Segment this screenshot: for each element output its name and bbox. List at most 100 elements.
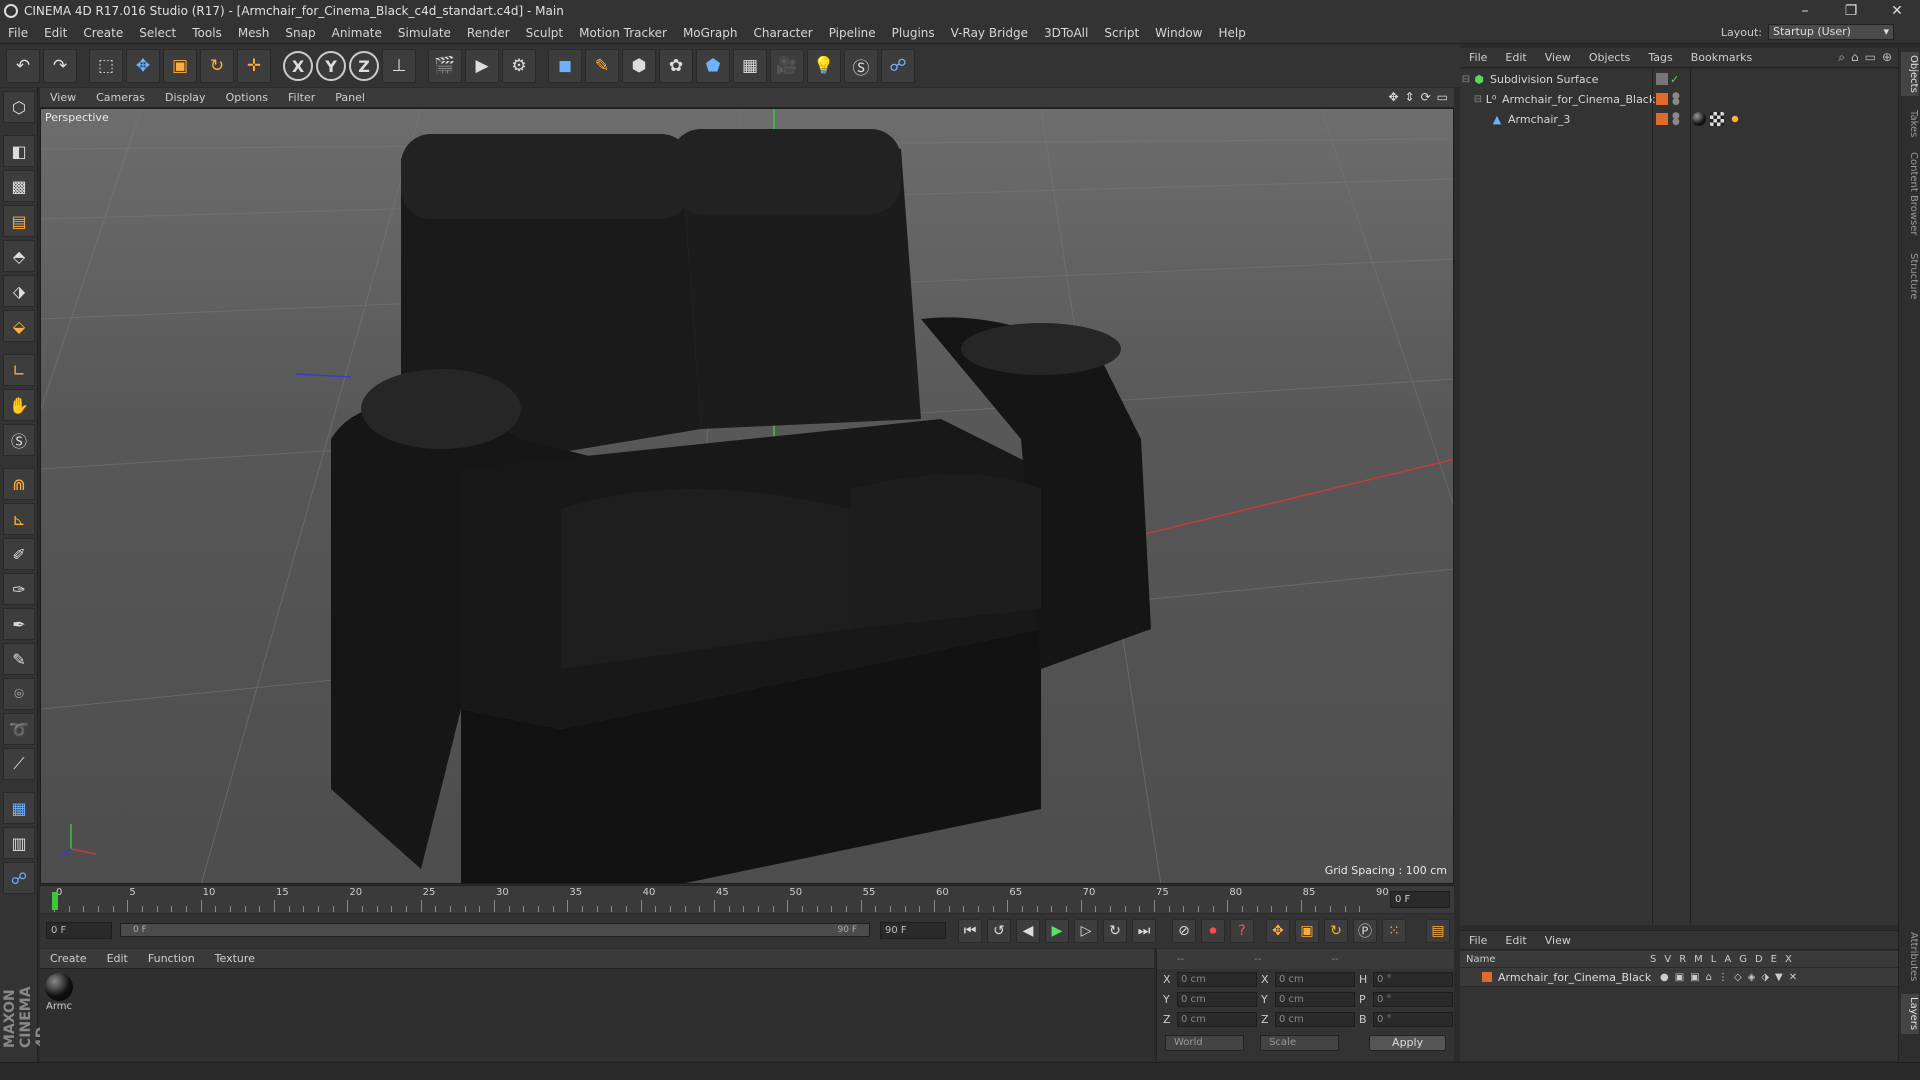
size-x-field[interactable]: 0 cm [1275,971,1355,987]
layer-flag-icons[interactable]: ●▣▣⌂⋮◇◈⬗▼✕ [1660,972,1803,983]
menu-3dtoall[interactable]: 3DToAll [1036,26,1096,40]
brush-tool-1-button[interactable]: ✐ [3,538,35,570]
current-frame-field[interactable]: 0 F [1390,891,1450,908]
floor-button[interactable]: ▦ [733,49,767,83]
om-column-divider[interactable] [1690,69,1691,925]
move-tool-button[interactable]: ✥ [126,49,160,83]
menu-select[interactable]: Select [131,26,184,40]
pan-icon[interactable]: ✥ [1388,90,1398,104]
material-manager[interactable]: Armc [40,969,1154,1061]
menu-mesh[interactable]: Mesh [230,26,278,40]
tree-collapse-icon[interactable]: ⊟ [1460,74,1472,85]
vray-button[interactable]: Ⓢ [844,49,878,83]
material-swatch[interactable]: Armc [44,973,74,1013]
layer-col-deformers[interactable]: D [1755,954,1763,965]
search-icon[interactable]: ⌕ [1838,50,1845,65]
om-menu-edit[interactable]: Edit [1496,51,1535,64]
light-button[interactable]: 💡 [807,49,841,83]
live-selection-button[interactable]: ⬚ [89,49,123,83]
timeline[interactable]: 0 5 10 15 20 25 30 35 40 45 50 55 60 65 70 75 80 85 90 0 F [40,885,1454,913]
brush-tool-2-button[interactable]: ✑ [3,573,35,605]
phong-tag-icon[interactable] [1728,112,1742,126]
brush-tool-7-button[interactable]: ⟋ [3,748,35,780]
menu-animate[interactable]: Animate [324,26,390,40]
layer-menu-view[interactable]: View [1536,934,1580,947]
dolly-icon[interactable]: ⇕ [1405,90,1415,104]
menu-file[interactable]: File [0,26,36,40]
menu-mograph[interactable]: MoGraph [675,26,746,40]
prev-frame-button[interactable]: ◀ [1016,919,1040,943]
layout-dropdown[interactable]: Startup (User) [1768,24,1894,40]
material-menu-function[interactable]: Function [138,952,205,965]
magnet-button[interactable]: ⋒ [3,468,35,500]
menu-tools[interactable]: Tools [184,26,230,40]
edges-mode-button[interactable]: ⬗ [3,275,35,307]
coordinate-system-button[interactable]: ⊥ [382,49,416,83]
position-x-field[interactable]: 0 cm [1177,971,1257,987]
uvw-tag-icon[interactable] [1710,112,1724,126]
render-view-button[interactable]: 🎬 [428,49,462,83]
menu-pipeline[interactable]: Pipeline [821,26,884,40]
apply-button[interactable]: Apply [1369,1035,1446,1051]
toggle-view-icon[interactable]: ▭ [1437,90,1448,104]
coordinate-mode-dropdown[interactable]: World [1165,1035,1245,1051]
timeline-ruler[interactable]: 0 5 10 15 20 25 30 35 40 45 50 55 60 65 70 75 80 85 90 [50,886,1390,914]
viewport-menu-display[interactable]: Display [155,91,216,104]
position-z-field[interactable]: 0 cm [1177,1011,1257,1027]
close-button[interactable]: ✕ [1874,0,1920,22]
cloner-button[interactable]: ✿ [659,49,693,83]
undo-button[interactable]: ↶ [6,49,40,83]
layer-col-xref[interactable]: X [1785,954,1792,965]
material-menu-texture[interactable]: Texture [205,952,265,965]
om-column-divider[interactable] [1652,69,1653,925]
maximize-button[interactable]: ❐ [1828,0,1874,22]
next-frame-button[interactable]: ▷ [1074,919,1098,943]
brush-tool-5-button[interactable]: ⌾ [3,678,35,710]
menu-render[interactable]: Render [459,26,518,40]
menu-character[interactable]: Character [745,26,820,40]
python-script-button[interactable]: ☍ [3,862,35,894]
layer-menu-file[interactable]: File [1460,934,1496,947]
layer-col-generators[interactable]: G [1739,954,1747,965]
texture-mode-button[interactable]: ▩ [3,170,35,202]
object-row-subdivision[interactable]: ⊟ ⬢ Subdivision Surface ✓ [1460,69,1898,89]
layer-col-view[interactable]: V [1664,954,1671,965]
auto-key-button[interactable]: ? [1230,919,1254,943]
material-menu-create[interactable]: Create [40,952,97,965]
tab-structure[interactable]: Structure [1901,248,1919,304]
axis-y-lock-button[interactable]: Y [316,51,346,81]
layer-col-expressions[interactable]: E [1771,954,1777,965]
prev-key-button[interactable]: ↺ [987,919,1011,943]
cube-object-button[interactable]: ◼ [548,49,582,83]
model-mode-button[interactable]: ◧ [3,135,35,167]
viewport-menu-panel[interactable]: Panel [325,91,375,104]
camera-button[interactable]: 🎥 [770,49,804,83]
grid-magnet-button[interactable]: ▥ [3,827,35,859]
minimize-button[interactable]: – [1782,0,1828,22]
visibility-dots-icon[interactable]: ● ● [1672,92,1680,107]
menu-motion-tracker[interactable]: Motion Tracker [571,26,675,40]
enabled-check-icon[interactable]: ✓ [1670,73,1679,86]
end-frame-field[interactable]: 90 F [880,922,946,939]
record-key-button[interactable]: ⏺ [1201,919,1225,943]
key-position-button[interactable]: ✥ [1266,919,1290,943]
material-menu-edit[interactable]: Edit [97,952,138,965]
render-settings-button[interactable]: ⚙ [502,49,536,83]
next-key-button[interactable]: ↻ [1103,919,1127,943]
layer-row[interactable]: Armchair_for_Cinema_Black ●▣▣⌂⋮◇◈⬗▼✕ [1460,968,1898,986]
layer-col-animation[interactable]: A [1724,954,1731,965]
viewport-menu-view[interactable]: View [40,91,86,104]
tree-collapse-icon[interactable]: ⊟ [1472,94,1484,105]
enable-axis-button[interactable]: ∟ [3,354,35,386]
size-mode-dropdown[interactable]: Scale [1260,1035,1340,1051]
om-menu-objects[interactable]: Objects [1580,51,1640,64]
tab-attributes[interactable]: Attributes [1901,928,1919,986]
menu-edit[interactable]: Edit [36,26,75,40]
tab-objects[interactable]: Objects [1901,52,1919,96]
python-button[interactable]: ☍ [881,49,915,83]
material-tag-icon[interactable] [1692,112,1706,126]
om-menu-file[interactable]: File [1460,51,1496,64]
home-icon[interactable]: ⌂ [1851,50,1859,65]
subdivision-surface-button[interactable]: ⬢ [622,49,656,83]
layer-col-render[interactable]: R [1679,954,1686,965]
